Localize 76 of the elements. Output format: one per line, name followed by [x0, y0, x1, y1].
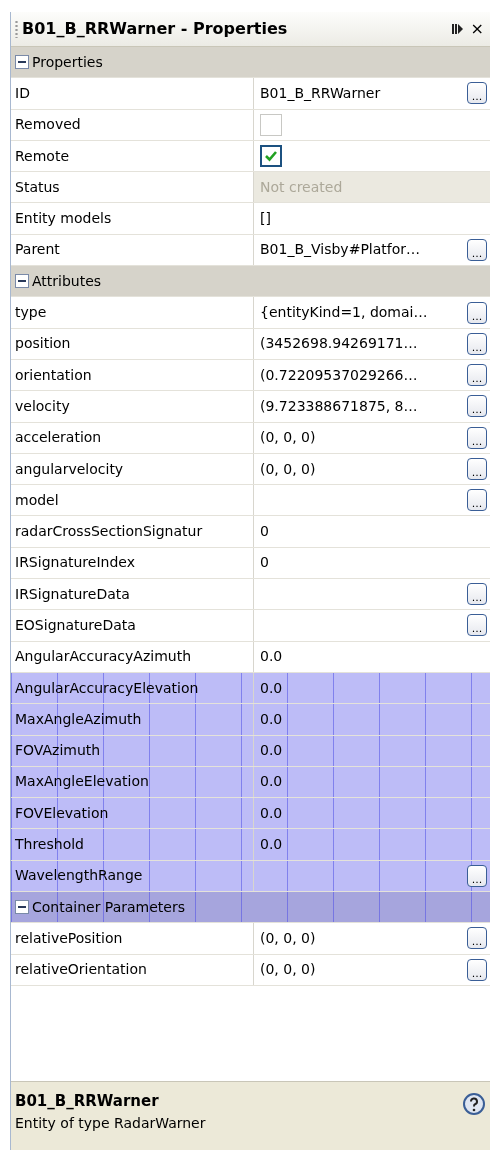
property-value: (9.723388671875, 8… [260, 396, 419, 416]
ellipsis-button[interactable]: ... [467, 301, 487, 324]
property-value: B01_B_RRWarner [260, 83, 382, 103]
property-name: angularvelocity [11, 453, 254, 485]
ellipsis-button[interactable]: ... [467, 583, 487, 606]
property-name: model [11, 485, 254, 516]
ellipsis-button[interactable]: ... [467, 458, 487, 480]
ellipsis-button[interactable]: ... [467, 864, 487, 887]
category-header[interactable]: Attributes [11, 266, 490, 298]
ellipsis-button[interactable]: ... [467, 958, 487, 981]
description-title: B01_B_RRWarner [15, 1091, 160, 1112]
property-name: IRSignatureIndex [11, 547, 254, 579]
property-value: B01_B_Visby#Platfor… [260, 240, 422, 260]
property-value: 0 [260, 522, 270, 542]
status-dropdown: Not created [254, 172, 490, 203]
property-name: ID [11, 78, 254, 109]
window-title: B01_B_RRWarner - Properties [22, 18, 289, 40]
ellipsis-button[interactable]: ... [467, 82, 487, 105]
property-value: 0.0 [260, 647, 284, 667]
property-value: 0.0 [260, 835, 284, 855]
property-name: orientation [11, 359, 254, 391]
property-name: radarCrossSectionSignatur [11, 516, 254, 547]
ellipsis-button[interactable]: ... [467, 238, 487, 261]
property-name: AngularAccuracyAzimuth [11, 641, 254, 672]
collapse-toggle-icon[interactable] [15, 900, 29, 915]
property-name: Removed [11, 109, 254, 140]
grip-icon[interactable] [15, 20, 18, 38]
property-value: (0, 0, 0) [260, 428, 317, 448]
property-name: acceleration [11, 422, 254, 453]
property-value: (0, 0, 0) [260, 459, 317, 479]
ellipsis-button[interactable]: ... [467, 489, 487, 512]
property-value: (0.72209537029266… [260, 365, 419, 385]
property-name: AngularAccuracyElevation [11, 672, 254, 704]
pin-icon[interactable] [450, 22, 465, 36]
property-value: [] [260, 209, 272, 229]
property-name: position [11, 328, 254, 359]
property-value: (3452698.94269171… [260, 334, 419, 354]
property-name: Threshold [11, 829, 254, 860]
ellipsis-button[interactable]: ... [467, 364, 487, 387]
property-value: (0, 0, 0) [260, 928, 317, 948]
help-icon[interactable] [462, 1092, 486, 1116]
category-header[interactable]: Container Parameters [11, 892, 490, 924]
property-name: MaxAngleElevation [11, 766, 254, 798]
ellipsis-button[interactable]: ... [467, 426, 487, 449]
close-button[interactable]: × [468, 21, 486, 37]
checkmark-icon [264, 150, 278, 163]
property-name: MaxAngleAzimuth [11, 704, 254, 735]
property-name: IRSignatureData [11, 579, 254, 610]
property-name: Remote [11, 140, 254, 172]
collapse-toggle-icon[interactable] [15, 55, 29, 70]
property-value: 0.0 [260, 678, 284, 698]
property-name: velocity [11, 391, 254, 422]
property-value: 0 [260, 553, 270, 573]
property-name: Parent [11, 234, 254, 266]
property-name: EOSignatureData [11, 610, 254, 641]
property-name: WavelengthRange [11, 860, 254, 891]
property-value: 0.0 [260, 803, 284, 823]
property-value: {entityKind=1, domai… [260, 303, 429, 322]
property-name: FOVAzimuth [11, 735, 254, 766]
category-header[interactable]: Properties [11, 47, 490, 79]
property-name: FOVElevation [11, 798, 254, 829]
property-value: (0, 0, 0) [260, 960, 317, 980]
property-value: 0.0 [260, 709, 284, 729]
description-text: Entity of type RadarWarner [15, 1113, 207, 1133]
ellipsis-button[interactable]: ... [467, 332, 487, 355]
ellipsis-button[interactable]: ... [467, 395, 487, 418]
property-name: Entity models [11, 203, 254, 234]
property-name: type [11, 297, 254, 328]
ellipsis-button[interactable]: ... [467, 614, 487, 637]
ellipsis-button[interactable]: ... [467, 927, 487, 950]
property-name: relativePosition [11, 923, 254, 954]
property-value: 0.0 [260, 772, 284, 792]
property-value: 0.0 [260, 741, 284, 761]
collapse-toggle-icon[interactable] [15, 274, 29, 289]
property-name: relativeOrientation [11, 954, 254, 985]
checkbox[interactable] [260, 145, 282, 168]
